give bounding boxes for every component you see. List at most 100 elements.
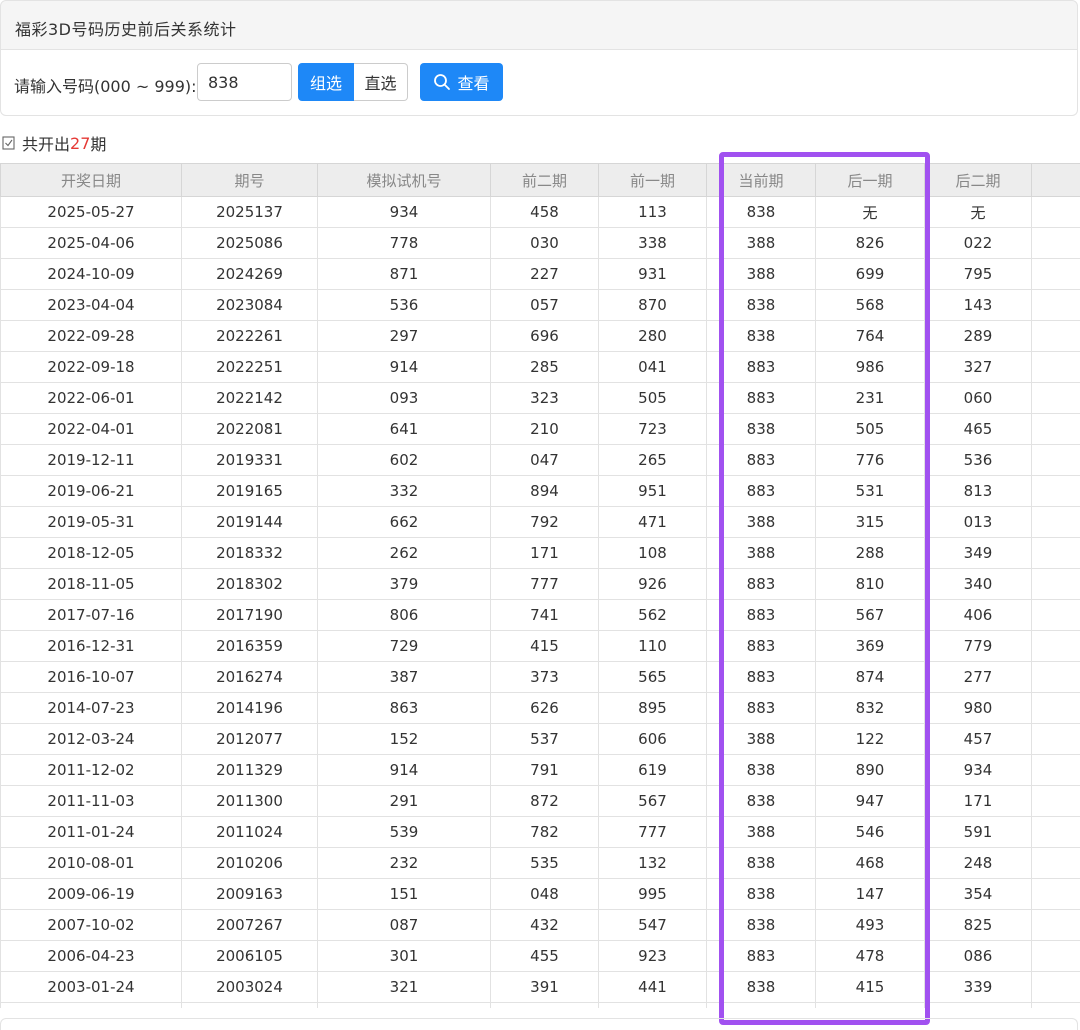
search-icon: [433, 73, 451, 91]
table-cell-cutoff: [1032, 786, 1080, 817]
table-cell: 2022-06-01: [1, 383, 182, 414]
column-header[interactable]: 模拟试机号: [318, 164, 491, 197]
table-cell: 2025-05-27: [1, 197, 182, 228]
table-cell: 122: [816, 724, 925, 755]
table-row: 2010-08-012010206232535132838468248: [1, 848, 1080, 879]
table-cell: 951: [599, 476, 707, 507]
view-button-label: 查看: [457, 70, 489, 94]
table-cell: 537: [491, 724, 599, 755]
table-cell: 047: [491, 445, 599, 476]
table-cell: 806: [318, 600, 491, 631]
table-cell: 478: [816, 941, 925, 972]
view-button[interactable]: 查看: [420, 63, 503, 101]
table-cell: 388: [707, 538, 816, 569]
table-cell: 993: [318, 1003, 491, 1009]
table-cell: 914: [318, 755, 491, 786]
column-header[interactable]: 前二期: [491, 164, 599, 197]
table-cell: 2022142: [182, 383, 318, 414]
table-cell: 2025137: [182, 197, 318, 228]
table-cell: 792: [491, 507, 599, 538]
table-cell-cutoff: [1032, 259, 1080, 290]
table-cell: 493: [816, 910, 925, 941]
table-cell: 832: [816, 693, 925, 724]
table-cell: 838: [707, 755, 816, 786]
table-cell-cutoff: [1032, 910, 1080, 941]
table-cell: 894: [491, 476, 599, 507]
direct-select-button[interactable]: 直选: [354, 63, 408, 101]
table-cell: 415: [491, 631, 599, 662]
column-header[interactable]: 前一期: [599, 164, 707, 197]
table-cell: 883: [707, 352, 816, 383]
table-cell-cutoff: [1032, 631, 1080, 662]
table-cell-cutoff: [1032, 569, 1080, 600]
column-header[interactable]: 开奖日期: [1, 164, 182, 197]
table-cell-cutoff: [1032, 352, 1080, 383]
table-cell: 539: [318, 817, 491, 848]
column-header[interactable]: 后二期: [925, 164, 1032, 197]
table-cell: 388: [707, 228, 816, 259]
table-cell: 2022081: [182, 414, 318, 445]
table-cell: 2018-12-05: [1, 538, 182, 569]
table-cell: 547: [599, 910, 707, 941]
table-cell-cutoff: [1032, 383, 1080, 414]
table-cell: 2019-05-31: [1, 507, 182, 538]
table-cell: 883: [707, 569, 816, 600]
table-cell: 2014196: [182, 693, 318, 724]
table-cell: 626: [491, 693, 599, 724]
table-cell: 2006105: [182, 941, 318, 972]
table-cell: 838: [707, 972, 816, 1003]
column-header[interactable]: 期号: [182, 164, 318, 197]
table-cell: 471: [599, 507, 707, 538]
table-cell-cutoff: [1032, 476, 1080, 507]
table-cell: 387: [925, 1003, 1032, 1009]
table-cell: 779: [925, 631, 1032, 662]
table-cell: 619: [599, 755, 707, 786]
table-cell-cutoff: [1032, 693, 1080, 724]
table-cell: 030: [491, 228, 599, 259]
table-cell: 2022251: [182, 352, 318, 383]
table-cell: 2007-10-02: [1, 910, 182, 941]
table-cell: 147: [816, 879, 925, 910]
table-cell: 505: [816, 414, 925, 445]
table-cell: 838: [707, 1003, 816, 1009]
table-cell-cutoff: [1032, 538, 1080, 569]
table-cell: 340: [925, 569, 1032, 600]
table-row: 2011-11-032011300291872567838947171: [1, 786, 1080, 817]
table-row: 2006-04-232006105301455923883478086: [1, 941, 1080, 972]
table-cell: 2022261: [182, 321, 318, 352]
selection-mode-group: 组选 直选: [298, 63, 408, 101]
table-cell: 143: [925, 290, 1032, 321]
table-cell: 468: [816, 848, 925, 879]
table-cell: 060: [925, 383, 1032, 414]
table-row: 2025-04-062025086778030338388826022: [1, 228, 1080, 259]
table-cell: 210: [491, 414, 599, 445]
table-cell: 568: [816, 290, 925, 321]
table-cell: 457: [925, 724, 1032, 755]
table-cell: 2011300: [182, 786, 318, 817]
table-row: 2016-12-312016359729415110883369779: [1, 631, 1080, 662]
number-input[interactable]: [197, 63, 292, 101]
table-row: 2022-04-012022081641210723838505465: [1, 414, 1080, 445]
table-cell: 890: [816, 755, 925, 786]
results-table-container[interactable]: 开奖日期 期号 模拟试机号 前二期 前一期 当前期 后一期 后二期 2025-0…: [0, 163, 1080, 1008]
table-cell: 662: [318, 507, 491, 538]
table-cell: 054: [491, 1003, 599, 1009]
table-cell: 285: [491, 352, 599, 383]
table-cell: 883: [707, 445, 816, 476]
table-row: 2019-05-312019144662792471388315013: [1, 507, 1080, 538]
checkbox-icon: [2, 135, 16, 151]
table-cell: 291: [318, 786, 491, 817]
table-cell-cutoff: [1032, 941, 1080, 972]
table-row: 2011-01-242011024539782777388546591: [1, 817, 1080, 848]
table-cell: 354: [925, 879, 1032, 910]
column-header[interactable]: 后一期: [816, 164, 925, 197]
table-cell-cutoff: [1032, 879, 1080, 910]
table-cell: 567: [599, 786, 707, 817]
table-row: 2023-04-042023084536057870838568143: [1, 290, 1080, 321]
column-header[interactable]: 当前期: [707, 164, 816, 197]
table-cell: 288: [816, 538, 925, 569]
table-cell: 883: [707, 693, 816, 724]
column-header[interactable]: [1032, 164, 1080, 197]
group-select-button[interactable]: 组选: [298, 63, 354, 101]
table-cell: 565: [599, 662, 707, 693]
